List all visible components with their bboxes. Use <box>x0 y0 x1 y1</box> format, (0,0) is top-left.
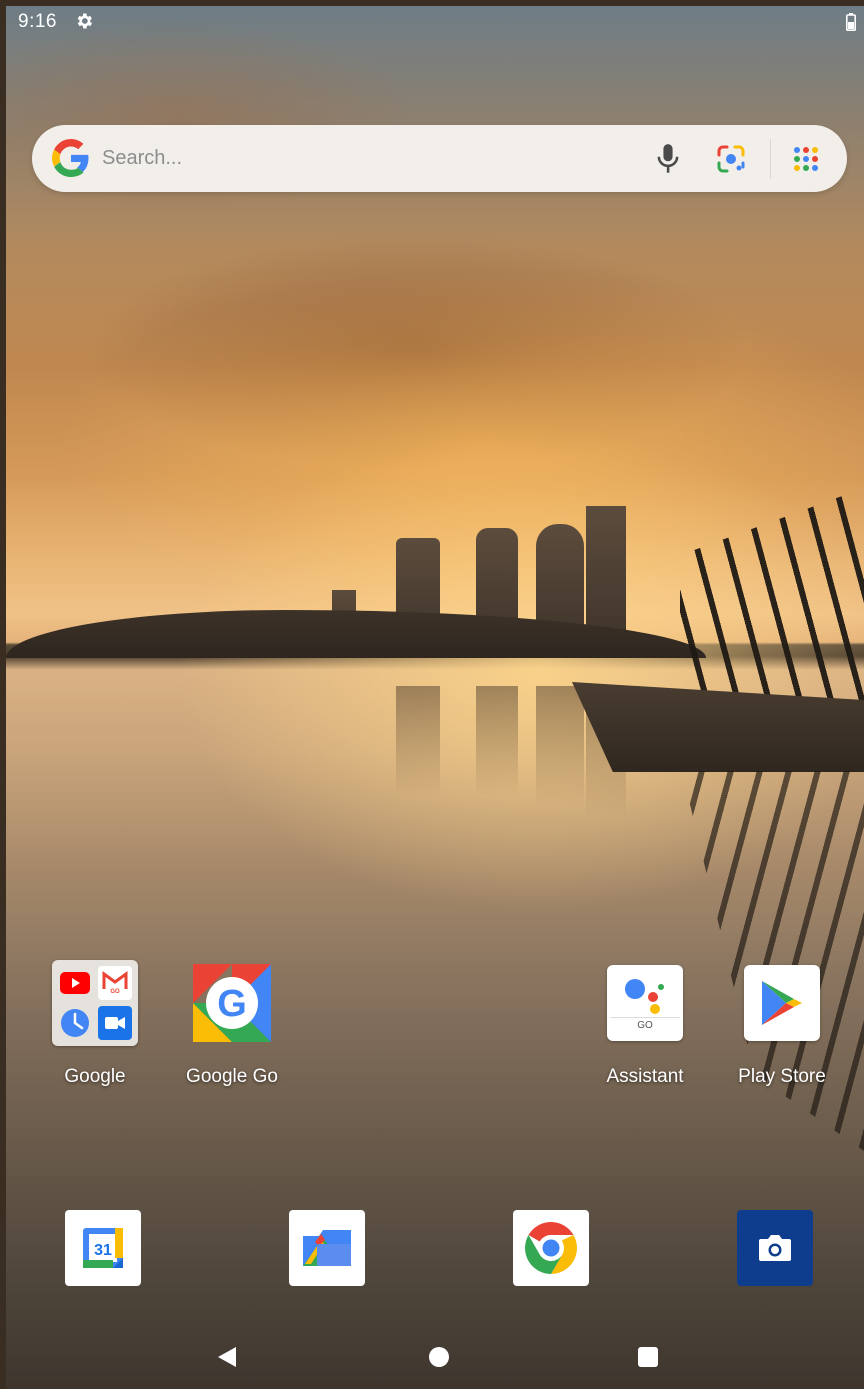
navigation-bar <box>0 1324 864 1389</box>
files-icon[interactable] <box>289 1210 365 1286</box>
camera-icon[interactable] <box>737 1210 813 1286</box>
battery-icon <box>846 13 856 31</box>
app-label: Google Go <box>186 1066 278 1087</box>
app-label: Google <box>64 1066 126 1087</box>
back-button[interactable] <box>216 1345 238 1369</box>
app-google-folder[interactable]: GO Google <box>30 960 160 1088</box>
apps-grid-icon[interactable] <box>790 143 822 175</box>
status-time: 9:16 <box>18 11 57 32</box>
calendar-date: 31 <box>94 1242 112 1259</box>
app-assistant[interactable]: GO Assistant <box>580 960 710 1088</box>
play-store-icon[interactable] <box>744 965 820 1041</box>
status-bar: 9:16 <box>0 0 864 44</box>
app-label: Assistant <box>606 1066 684 1087</box>
google-folder-icon[interactable]: GO <box>52 960 138 1046</box>
google-search-bar[interactable]: Search... <box>32 125 847 192</box>
svg-text:G: G <box>217 983 247 1025</box>
gear-icon <box>77 13 92 29</box>
meet-icon <box>98 1006 132 1040</box>
wallpaper-reflection <box>396 686 440 796</box>
youtube-icon <box>58 966 92 1000</box>
google-g-icon <box>52 139 89 177</box>
recents-button[interactable] <box>638 1347 658 1367</box>
mic-icon[interactable] <box>654 143 682 175</box>
search-divider <box>770 139 771 179</box>
wallpaper-reflection <box>536 686 584 806</box>
chrome-icon[interactable] <box>513 1210 589 1286</box>
home-button[interactable] <box>429 1347 449 1367</box>
app-label: Play Store <box>738 1066 826 1087</box>
assistant-go-icon[interactable]: GO <box>607 965 683 1041</box>
app-google-go[interactable]: G Google Go <box>167 960 297 1088</box>
app-play-store[interactable]: Play Store <box>717 960 847 1088</box>
gmail-go-icon: GO <box>98 966 132 1000</box>
search-placeholder[interactable]: Search... <box>102 147 182 170</box>
wallpaper-reflection <box>476 686 518 796</box>
clock-icon <box>58 1006 92 1040</box>
calendar-icon[interactable]: 31 <box>65 1210 141 1286</box>
lens-icon[interactable] <box>715 143 747 175</box>
google-go-icon[interactable]: G <box>193 964 271 1042</box>
assistant-go-badge: GO <box>610 1017 680 1031</box>
wallpaper <box>6 6 864 1389</box>
